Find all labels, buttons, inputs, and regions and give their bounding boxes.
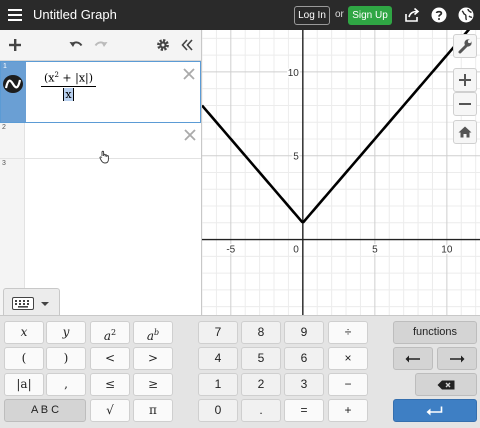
- close-icon[interactable]: [183, 68, 195, 80]
- abc-keyboard-button[interactable]: A B C: [4, 399, 86, 422]
- keyboard-icon: [12, 297, 34, 310]
- math-keypad: x y a2 ab ( ) < > |a| , ≤ ≥ A B C √ π 7 …: [0, 315, 480, 428]
- tick-labels: -5 5 10 5 10 0: [225, 66, 455, 257]
- key-left-arrow[interactable]: [393, 347, 433, 370]
- backspace-icon: [437, 380, 455, 389]
- key-square-root[interactable]: √: [90, 399, 130, 422]
- undo-icon[interactable]: [68, 37, 84, 53]
- key-multiply[interactable]: ×: [328, 347, 368, 370]
- key-6[interactable]: 6: [284, 347, 324, 370]
- close-icon[interactable]: [184, 129, 196, 141]
- sign-up-button[interactable]: Sign Up: [348, 6, 392, 25]
- share-icon[interactable]: [403, 6, 421, 24]
- curve-style-icon[interactable]: [3, 75, 23, 93]
- zoom-in-icon[interactable]: [453, 68, 477, 92]
- redo-icon[interactable]: [93, 37, 109, 53]
- expression-list: 1 (x2 + |x|) x 2 3: [0, 30, 202, 315]
- graph-paper[interactable]: -5 5 10 5 10 0: [202, 30, 480, 315]
- expression-index: 2: [2, 124, 6, 131]
- key-backspace[interactable]: [415, 373, 477, 396]
- key-less-than[interactable]: <: [90, 347, 130, 370]
- key-8[interactable]: 8: [241, 321, 281, 344]
- help-icon[interactable]: [430, 6, 448, 24]
- key-squared[interactable]: a2: [90, 321, 130, 344]
- key-comma[interactable]: ,: [46, 373, 86, 396]
- key-left-paren[interactable]: (: [4, 347, 44, 370]
- x-tick-label: 5: [372, 245, 378, 256]
- mouse-cursor-icon: [99, 150, 111, 164]
- key-plus[interactable]: +: [328, 399, 368, 422]
- top-bar: Untitled Graph Log In or Sign Up: [0, 0, 480, 30]
- home-icon[interactable]: [453, 120, 477, 144]
- key-1[interactable]: 1: [198, 373, 238, 396]
- key-less-equal[interactable]: ≤: [90, 373, 130, 396]
- gear-icon[interactable]: [155, 37, 171, 53]
- origin-label: 0: [293, 245, 299, 256]
- keyboard-toggle[interactable]: [3, 288, 60, 316]
- or-text: or: [335, 9, 344, 20]
- key-equals[interactable]: =: [284, 399, 324, 422]
- key-3[interactable]: 3: [284, 373, 324, 396]
- key-greater-equal[interactable]: ≥: [133, 373, 173, 396]
- key-y[interactable]: y: [46, 321, 86, 344]
- plus-icon[interactable]: [7, 37, 23, 53]
- key-power[interactable]: ab: [133, 321, 173, 344]
- formula-denominator: x: [41, 87, 96, 101]
- key-right-paren[interactable]: ): [46, 347, 86, 370]
- zoom-out-icon[interactable]: [453, 92, 477, 116]
- wrench-icon[interactable]: [453, 34, 477, 58]
- expression-index: 1: [3, 63, 7, 70]
- key-absolute-value[interactable]: |a|: [4, 373, 44, 396]
- hamburger-menu-icon[interactable]: [6, 6, 24, 24]
- arrow-right-icon: [450, 355, 465, 362]
- enter-icon: [426, 406, 443, 415]
- key-decimal[interactable]: .: [241, 399, 281, 422]
- key-minus[interactable]: −: [328, 373, 368, 396]
- key-0[interactable]: 0: [198, 399, 238, 422]
- arrow-left-icon: [405, 355, 420, 362]
- expression-gutter: 1: [1, 62, 26, 122]
- key-greater-than[interactable]: >: [133, 347, 173, 370]
- graph-title[interactable]: Untitled Graph: [33, 7, 117, 22]
- chevron-down-icon: [41, 302, 49, 306]
- key-pi[interactable]: π: [133, 399, 173, 422]
- expression-row-1[interactable]: 1 (x2 + |x|) x: [0, 61, 201, 123]
- double-chevron-left-icon[interactable]: [179, 37, 195, 53]
- key-4[interactable]: 4: [198, 347, 238, 370]
- key-7[interactable]: 7: [198, 321, 238, 344]
- key-enter[interactable]: [393, 399, 477, 422]
- key-5[interactable]: 5: [241, 347, 281, 370]
- key-right-arrow[interactable]: [437, 347, 477, 370]
- globe-icon[interactable]: [457, 6, 475, 24]
- x-tick-label: 10: [441, 245, 453, 256]
- functions-button[interactable]: functions: [393, 321, 477, 344]
- graph-canvas[interactable]: -5 5 10 5 10 0: [202, 30, 480, 315]
- key-x[interactable]: x: [4, 321, 44, 344]
- key-9[interactable]: 9: [284, 321, 324, 344]
- expression-toolbar: [0, 30, 201, 61]
- formula-numerator: (x2 + |x|): [41, 71, 96, 87]
- key-2[interactable]: 2: [241, 373, 281, 396]
- expression-gutter: 2: [0, 123, 25, 158]
- formula-fraction[interactable]: (x2 + |x|) x: [41, 71, 96, 101]
- expression-index: 3: [2, 160, 6, 167]
- x-tick-label: -5: [226, 245, 235, 256]
- selected-variable: x: [63, 87, 74, 101]
- y-tick-label: 5: [293, 152, 299, 163]
- key-divide[interactable]: ÷: [328, 321, 368, 344]
- log-in-button[interactable]: Log In: [294, 6, 330, 25]
- function-curve[interactable]: [202, 30, 480, 224]
- y-tick-label: 10: [288, 68, 300, 79]
- minor-gridlines: [202, 30, 480, 315]
